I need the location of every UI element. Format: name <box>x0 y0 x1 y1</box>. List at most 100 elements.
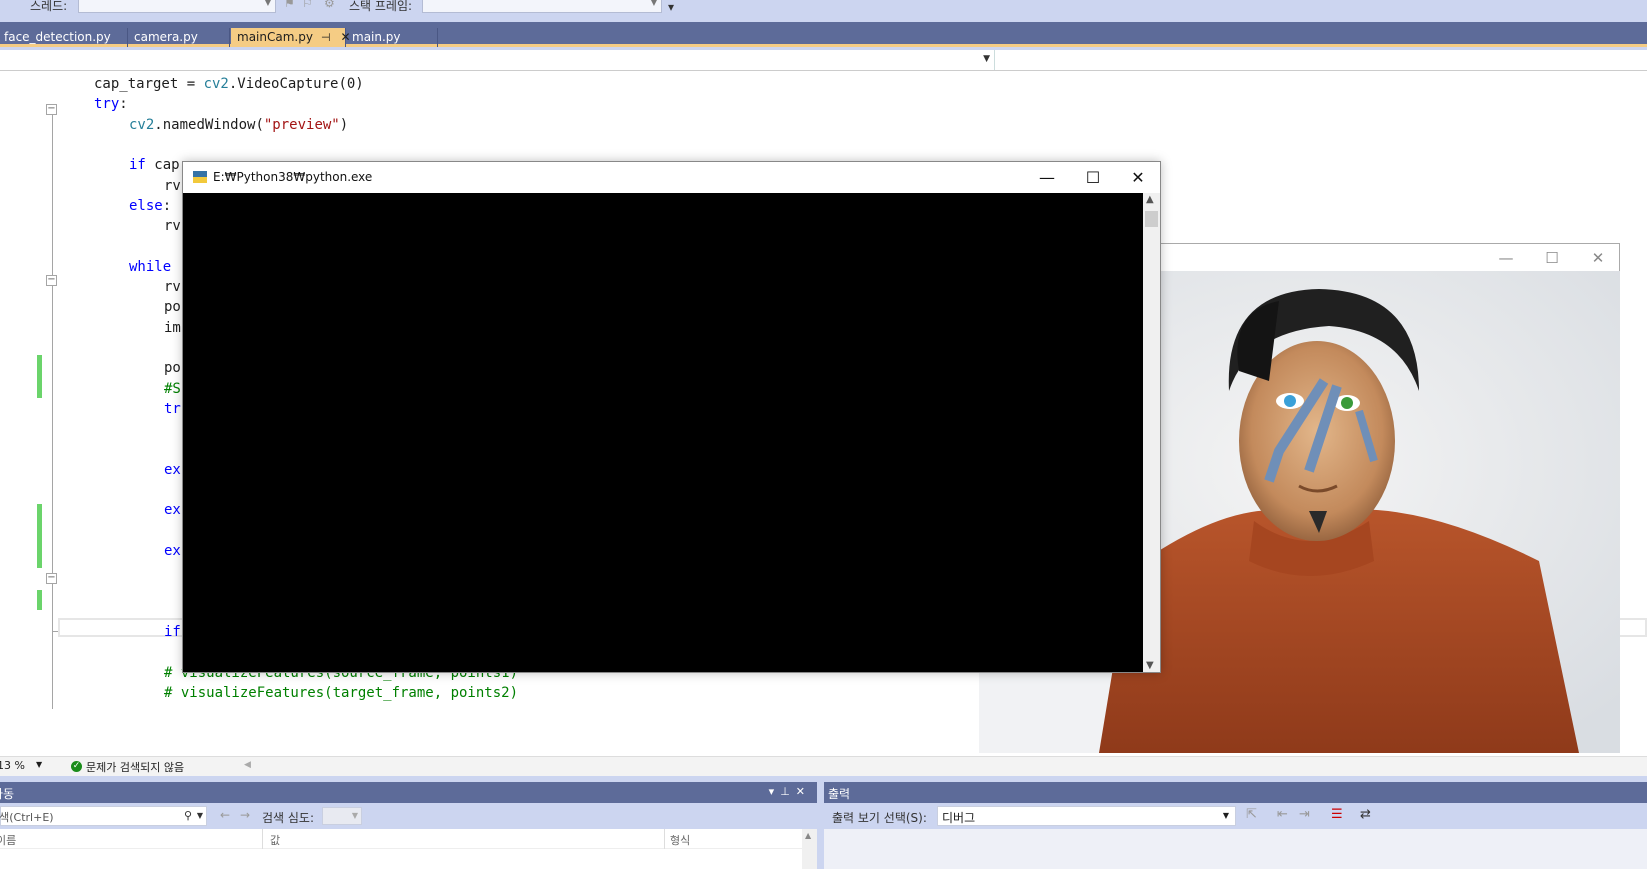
change-marker <box>37 590 42 610</box>
toolbar-overflow-icon[interactable]: ▾ <box>668 0 674 14</box>
console-titlebar[interactable]: E:₩Python38₩python.exe — ☐ ✕ <box>183 162 1160 193</box>
code-line[interactable]: #S <box>164 379 181 399</box>
code-line[interactable]: if cap <box>129 155 180 175</box>
collapse-icon[interactable]: − <box>46 104 57 115</box>
filter-icon[interactable]: ⚐ <box>302 0 313 10</box>
code-line[interactable]: ex <box>164 541 181 561</box>
code-line[interactable]: try: <box>94 94 128 114</box>
code-token: "preview" <box>263 116 340 133</box>
vertical-scrollbar[interactable]: ▲ ▼ <box>1143 193 1160 672</box>
column-divider[interactable] <box>262 829 263 849</box>
tab-main[interactable]: main.py <box>346 28 438 47</box>
code-line[interactable]: po <box>164 297 181 317</box>
member-dropdown[interactable]: ▼ <box>0 50 995 70</box>
code-line[interactable]: rv <box>164 176 181 196</box>
parallel-stacks-icon[interactable]: ⚙ <box>324 0 335 10</box>
debug-toolbar: ▾ 스레드: ▼ ⚑ ⚐ ⚙ 스택 프레임: ▼ ▾ <box>0 0 1647 22</box>
output-text-area[interactable] <box>824 829 1647 869</box>
tab-camera[interactable]: camera.py <box>128 28 230 47</box>
flag-icon[interactable]: ⚑ <box>284 0 295 10</box>
code-token: rv <box>164 279 181 295</box>
close-icon[interactable]: ✕ <box>1575 244 1621 272</box>
change-marker <box>37 504 42 568</box>
arrow-left-icon[interactable]: ← <box>220 808 230 822</box>
code-token: cap <box>154 157 180 174</box>
code-line[interactable]: rv <box>164 216 181 236</box>
stack-frame-combo[interactable]: ▼ <box>422 0 662 13</box>
maximize-icon[interactable]: ☐ <box>1529 244 1575 272</box>
arrow-right-icon[interactable]: → <box>240 808 250 822</box>
code-line[interactable]: ex <box>164 500 181 520</box>
tab-label: face_detection.py <box>4 30 111 44</box>
code-line[interactable]: tr <box>164 399 181 419</box>
tab-face-detection[interactable]: face_detection.py <box>0 28 128 47</box>
vertical-scrollbar[interactable]: ▲ <box>802 829 817 869</box>
code-line[interactable]: # visualizeFeatures(target_frame, points… <box>164 683 518 703</box>
zoom-level[interactable]: 113 % <box>0 759 25 772</box>
autos-grid[interactable] <box>0 849 817 869</box>
search-icon[interactable]: ⚲ <box>184 809 192 822</box>
minimize-icon[interactable]: — <box>1483 244 1529 272</box>
tab-label: mainCam.py <box>237 30 313 44</box>
col-value[interactable]: 값 <box>270 832 280 848</box>
code-token: .namedWindow( <box>154 116 264 133</box>
word-wrap-icon[interactable]: ⇄ <box>1360 807 1371 822</box>
search-depth-combo[interactable]: ▼ <box>322 807 362 825</box>
scroll-up-icon[interactable]: ▲ <box>805 831 811 840</box>
output-panel-header: 출력 <box>824 782 1647 803</box>
code-line[interactable]: else: <box>129 196 171 216</box>
code-line[interactable]: if <box>164 622 181 642</box>
col-type[interactable]: 형식 <box>670 832 690 848</box>
code-token: if <box>164 624 181 641</box>
chevron-down-icon: ▼ <box>650 0 657 7</box>
scroll-up-icon[interactable]: ▲ <box>1146 194 1154 205</box>
code-token: im <box>164 319 181 336</box>
console-window[interactable]: E:₩Python38₩python.exe — ☐ ✕ ▲ ▼ <box>182 161 1161 673</box>
collapse-icon[interactable]: − <box>46 275 57 286</box>
code-token: po <box>164 299 181 316</box>
code-token: ex <box>164 502 181 519</box>
code-line[interactable]: cv2.namedWindow("preview") <box>129 115 348 135</box>
search-depth-label: 검색 심도: <box>262 811 315 825</box>
code-token: tr <box>164 400 181 417</box>
chevron-down-icon[interactable]: ▼ <box>197 811 203 820</box>
pin-icon[interactable]: ⊣ <box>321 31 331 44</box>
preview-window-titlebar[interactable]: — ☐ ✕ <box>1160 243 1620 271</box>
issues-status[interactable]: 문제가 검색되지 않음 <box>86 759 184 775</box>
chevron-down-icon[interactable]: ▼ <box>36 760 42 769</box>
col-name[interactable]: 이름 <box>0 832 16 848</box>
code-token: # visualizeFeatures(target_frame, points… <box>164 685 519 701</box>
code-line[interactable]: im <box>164 318 181 338</box>
next-message-icon[interactable]: ⇥ <box>1299 807 1310 822</box>
scroll-left-icon[interactable]: ◀ <box>244 760 251 770</box>
scroll-thumb[interactable] <box>1145 211 1158 227</box>
panel-window-buttons[interactable]: ▾⊥✕ <box>769 785 811 798</box>
panel-title: 자동 <box>0 787 15 801</box>
code-line[interactable]: po <box>164 358 181 378</box>
find-message-icon[interactable]: ⇱ <box>1246 807 1257 822</box>
close-icon[interactable]: ✕ <box>1115 162 1161 193</box>
previous-message-icon[interactable]: ⇤ <box>1277 807 1288 822</box>
code-token: else <box>129 197 163 214</box>
code-line[interactable]: cap_target = cv2.VideoCapture(0) <box>94 74 364 94</box>
column-divider[interactable] <box>664 829 665 849</box>
autos-panel-header: 자동 ▾⊥✕ <box>0 782 817 803</box>
minimize-icon[interactable]: — <box>1024 162 1070 193</box>
collapse-icon[interactable]: − <box>46 573 57 584</box>
maximize-icon[interactable]: ☐ <box>1070 162 1116 193</box>
document-tab-strip: face_detection.py camera.py mainCam.py ⊣ ✕… <box>0 22 1647 47</box>
search-input[interactable]: 검색(Ctrl+E) ⚲ ▼ <box>0 806 207 826</box>
output-source-select[interactable]: 디버그 ▼ <box>937 806 1236 826</box>
tab-maincam[interactable]: mainCam.py ⊣ ✕ <box>231 28 351 47</box>
console-output[interactable] <box>183 193 1143 672</box>
search-placeholder: 검색(Ctrl+E) <box>0 811 54 824</box>
thread-combo[interactable]: ▼ <box>78 0 276 13</box>
editor-status-bar: 113 % ▼ ✓ 문제가 검색되지 않음 ◀ <box>0 756 1647 776</box>
code-token: if <box>129 157 155 174</box>
code-line[interactable]: ex <box>164 460 181 480</box>
clear-all-icon[interactable]: ☰ <box>1331 807 1343 822</box>
code-line[interactable]: while <box>129 257 180 277</box>
code-line[interactable]: rv <box>164 277 181 297</box>
scroll-down-icon[interactable]: ▼ <box>1146 660 1154 671</box>
right-iris <box>1341 397 1353 409</box>
